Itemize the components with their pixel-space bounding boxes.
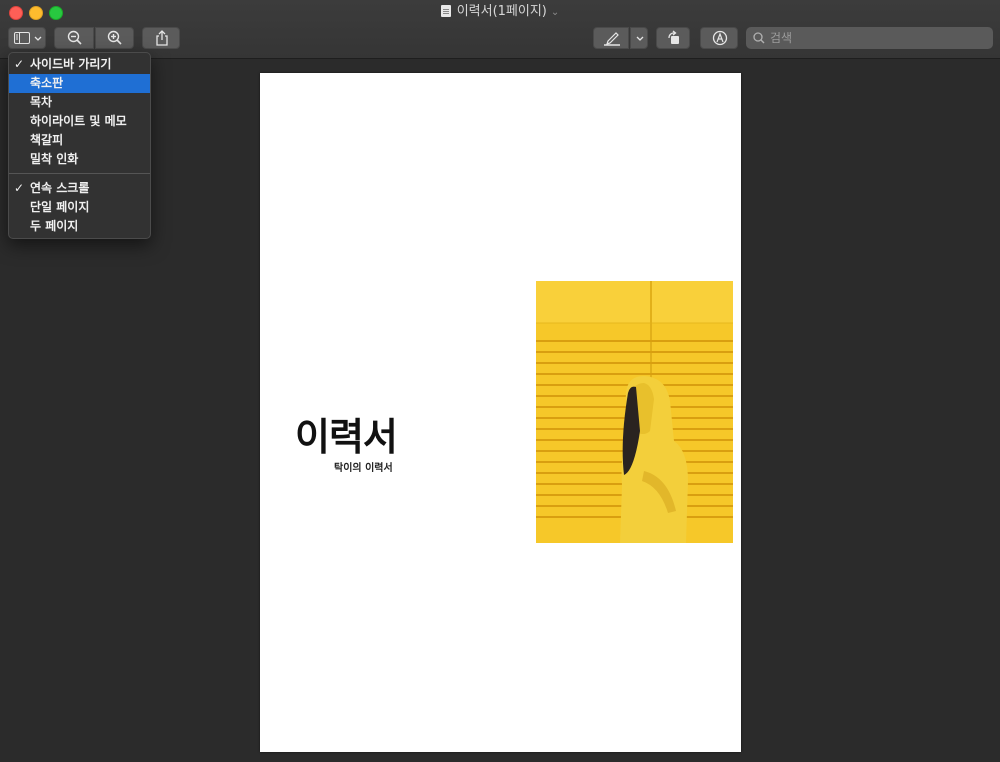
markup-pen-button[interactable] (593, 27, 629, 49)
chevron-down-icon (34, 36, 42, 41)
menu-item-contact-sheet[interactable]: 밀착 인화 (9, 150, 150, 169)
chevron-down-icon (636, 36, 644, 41)
menu-separator (9, 173, 150, 174)
document-subtitle: 탁이의 이력서 (334, 463, 393, 474)
annotate-button[interactable] (700, 27, 738, 49)
share-button[interactable] (142, 27, 180, 49)
chevron-down-icon: ⌄ (550, 7, 560, 18)
search-icon (753, 32, 765, 44)
zoom-out-icon (67, 30, 82, 45)
rotate-button[interactable] (656, 27, 690, 49)
profile-photo (536, 281, 733, 543)
menu-item-hide-sidebar[interactable]: ✓ 사이드바 가리기 (9, 55, 150, 74)
menu-item-continuous-scroll[interactable]: ✓ 연속 스크롤 (9, 179, 150, 198)
sidebar-icon (14, 32, 30, 44)
document-title: 이력서 (295, 415, 398, 459)
search-input[interactable] (770, 27, 980, 49)
menu-item-thumbnails[interactable]: 축소판 (9, 74, 150, 93)
window-toolbar: 이력서(1페이지) ⌄ (0, 0, 1000, 59)
share-icon (156, 30, 168, 46)
menu-item-single-page[interactable]: 단일 페이지 (9, 198, 150, 217)
checkmark-icon: ✓ (14, 181, 25, 195)
window-title[interactable]: 이력서(1페이지) ⌄ (0, 4, 1000, 21)
markup-menu-button[interactable] (630, 27, 648, 49)
document-icon (440, 5, 451, 17)
menu-item-highlights-notes[interactable]: 하이라이트 및 메모 (9, 112, 150, 131)
zoom-in-button[interactable] (95, 27, 134, 49)
menu-item-two-pages[interactable]: 두 페이지 (9, 217, 150, 236)
checkmark-icon: ✓ (14, 57, 25, 71)
menu-item-bookmarks[interactable]: 책갈피 (9, 131, 150, 150)
window-title-text: 이력서(1페이지) (456, 4, 547, 19)
rotate-icon (668, 30, 679, 44)
sidebar-view-button[interactable] (8, 27, 46, 49)
markup-pen-icon (604, 32, 620, 46)
zoom-in-icon (107, 30, 122, 45)
search-field[interactable] (746, 27, 993, 49)
zoom-out-button[interactable] (54, 27, 94, 49)
menu-item-table-of-contents[interactable]: 목차 (9, 93, 150, 112)
annotate-icon (712, 30, 728, 46)
sidebar-view-menu: ✓ 사이드바 가리기 축소판 목차 하이라이트 및 메모 책갈피 밀착 인화 ✓… (8, 52, 151, 239)
